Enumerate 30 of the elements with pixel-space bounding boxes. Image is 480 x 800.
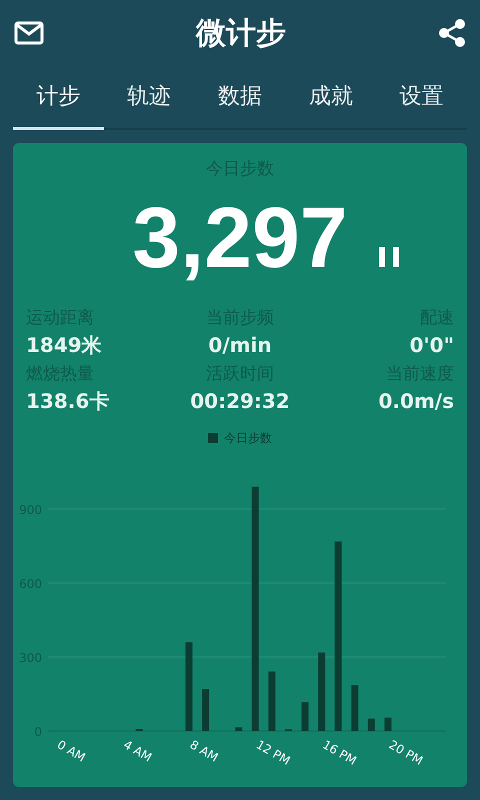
tab[interactable]: 轨迹 xyxy=(104,66,195,130)
tab[interactable]: 成就 xyxy=(285,66,376,130)
stat-value: 0.0m/s xyxy=(378,388,454,414)
step-count: 3,297 xyxy=(132,194,348,280)
x-tick-label: 4 AM xyxy=(121,736,154,764)
stat-value: 0/min xyxy=(207,332,273,358)
x-tick-label: 16 PM xyxy=(320,736,359,768)
bar xyxy=(202,688,210,730)
tab[interactable]: 数据 xyxy=(194,66,286,130)
x-tick-label: 8 AM xyxy=(187,736,220,764)
bar xyxy=(268,671,276,730)
stat-value: 0'0" xyxy=(408,332,454,358)
bar xyxy=(302,702,309,730)
legend-label: 今日步数 xyxy=(224,430,272,446)
bar xyxy=(384,717,392,730)
share-icon[interactable] xyxy=(438,18,466,48)
app-title: 微计步 xyxy=(196,14,286,52)
tab[interactable]: 设置 xyxy=(376,66,467,130)
bar xyxy=(368,718,375,730)
x-tick-label: 20 PM xyxy=(386,736,426,768)
stat-value: 138.6卡 xyxy=(26,388,110,414)
x-tick-label: 12 PM xyxy=(254,736,293,768)
stat-value: 00:29:32 xyxy=(189,388,291,414)
stat-value: 1849米 xyxy=(26,332,103,358)
pause-icon[interactable] xyxy=(379,246,401,266)
bar xyxy=(351,684,358,730)
mail-icon[interactable] xyxy=(14,21,44,45)
x-tick-label: 0 AM xyxy=(54,736,88,764)
bar xyxy=(235,726,242,730)
tab[interactable]: 计步 xyxy=(13,66,104,130)
